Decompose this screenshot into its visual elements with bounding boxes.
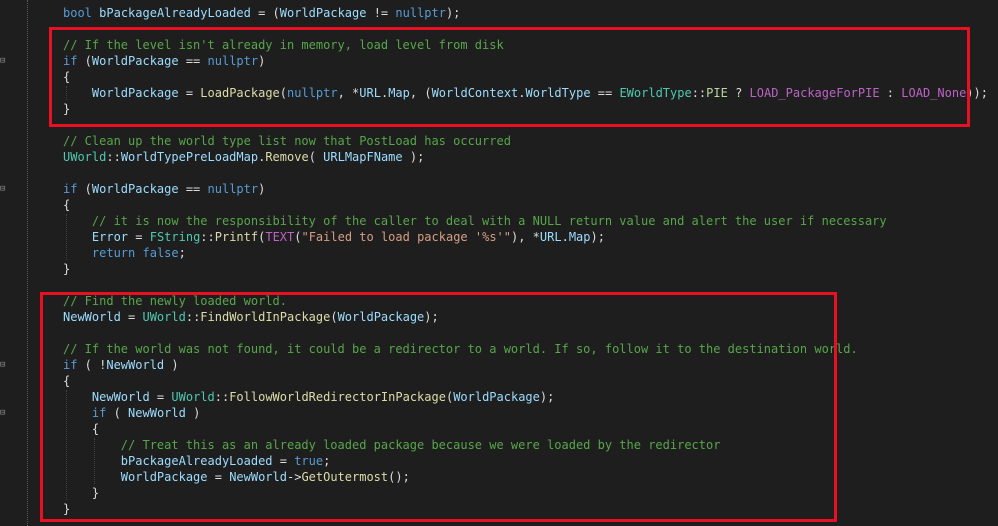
code-token: Map: [568, 230, 591, 244]
code-token: WorldTypePreLoadMap: [120, 150, 259, 164]
code-token: nullptr: [207, 182, 259, 196]
code-token: URL: [539, 230, 562, 244]
code-token: Remove: [265, 150, 309, 164]
code-token: nullptr: [395, 6, 446, 20]
code-line[interactable]: {: [63, 197, 70, 213]
code-line[interactable]: // it is now the responsibility of the c…: [63, 213, 887, 229]
code-token: }: [63, 262, 71, 276]
code-token: );: [402, 150, 425, 164]
code-token: if: [63, 182, 78, 196]
code-line[interactable]: }: [63, 261, 70, 277]
code-token: {: [63, 198, 71, 212]
code-line[interactable]: if (WorldPackage == nullptr): [63, 181, 265, 197]
code-line[interactable]: // Clean up the world type list now that…: [63, 133, 511, 149]
code-line[interactable]: return false;: [63, 245, 186, 261]
code-token: WorldPackage: [279, 6, 367, 20]
code-token: // Clean up the world type list now that…: [63, 134, 511, 148]
code-token: Printf: [214, 230, 259, 244]
code-token: FString: [149, 230, 201, 244]
code-line[interactable]: bool bPackageAlreadyLoaded = (WorldPacka…: [63, 5, 460, 21]
code-line[interactable]: Error = FString::Printf(TEXT("Failed to …: [63, 229, 605, 245]
code-token: bool: [63, 6, 92, 20]
code-line[interactable]: UWorld::WorldTypePreLoadMap.Remove( URLM…: [63, 149, 424, 165]
code-token: (: [77, 182, 92, 196]
fold-minus-icon[interactable]: ⊟: [0, 185, 8, 194]
code-token: !=: [366, 6, 396, 20]
highlight-box-find-world: [40, 292, 837, 522]
code-token: =: [128, 230, 150, 244]
outlining-guide: [27, 0, 28, 526]
code-token: return: [91, 246, 136, 260]
code-token: = (: [250, 6, 280, 20]
fold-minus-icon[interactable]: ⊟: [0, 361, 8, 370]
editor-margin: [0, 0, 10, 526]
code-token: false: [142, 246, 179, 260]
fold-minus-icon[interactable]: ⊟: [0, 409, 8, 418]
code-token: (: [308, 150, 324, 164]
code-token: URLMapFName: [323, 150, 403, 164]
code-token: ==: [178, 182, 208, 196]
code-token: ), *: [511, 230, 540, 244]
code-token: );: [590, 230, 605, 244]
code-token: TEXT: [265, 230, 295, 244]
code-token: UWorld: [63, 150, 107, 164]
fold-minus-icon[interactable]: ⊟: [0, 57, 8, 66]
code-token: ::: [200, 230, 215, 244]
code-token: ): [258, 182, 266, 196]
code-token: "Failed to load package '%s'": [301, 230, 511, 244]
code-token: WorldPackage: [91, 182, 179, 196]
code-token: .: [561, 230, 569, 244]
code-token: Error: [91, 230, 129, 244]
code-token: ;: [178, 246, 186, 260]
highlight-box-load-package: [49, 27, 970, 127]
code-token: ::: [106, 150, 121, 164]
code-token: );: [445, 6, 461, 20]
code-token: // it is now the responsibility of the c…: [91, 214, 887, 228]
code-token: bPackageAlreadyLoaded: [99, 6, 251, 20]
